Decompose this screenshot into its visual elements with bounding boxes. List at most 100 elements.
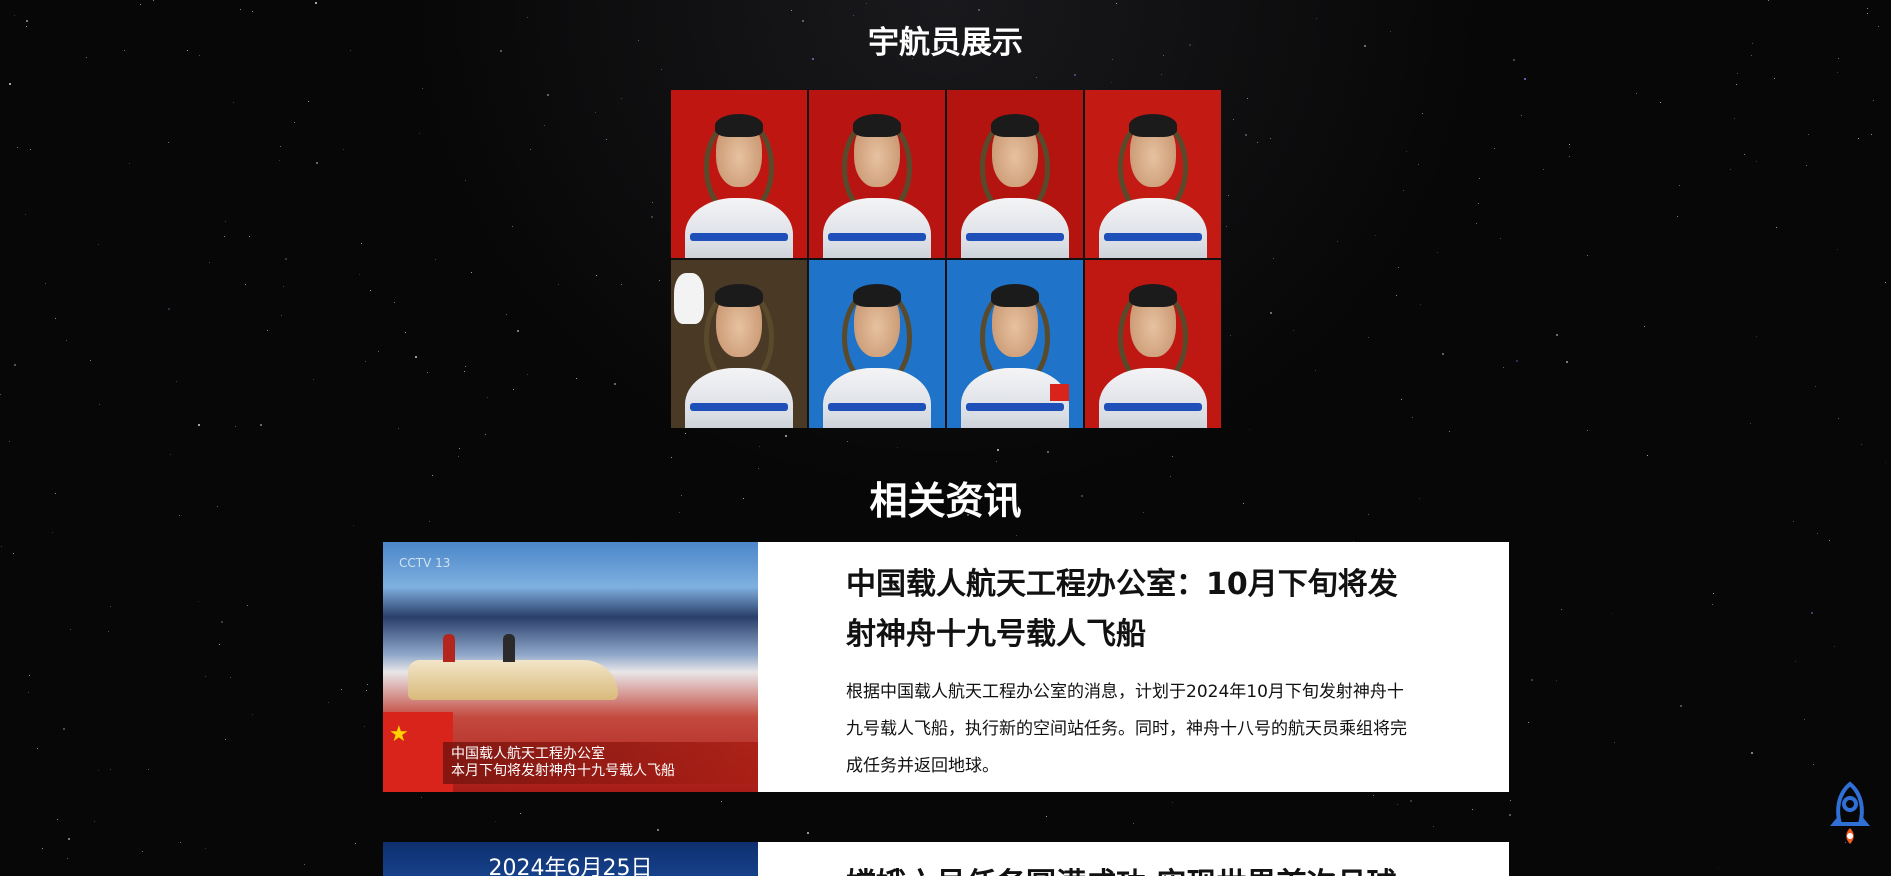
star xyxy=(1401,399,1402,400)
star xyxy=(304,864,305,865)
star xyxy=(205,676,206,677)
star xyxy=(471,272,472,273)
star xyxy=(316,162,318,164)
star xyxy=(1437,252,1438,253)
star xyxy=(1510,800,1511,801)
star xyxy=(37,748,38,749)
star xyxy=(28,692,29,693)
astronaut-suit-graphic xyxy=(684,197,794,258)
astronaut-hair-graphic xyxy=(990,283,1040,308)
star xyxy=(260,424,262,426)
star xyxy=(1804,719,1805,720)
star xyxy=(1774,78,1775,79)
star xyxy=(1718,868,1719,869)
star xyxy=(68,838,70,840)
star xyxy=(1172,456,1173,457)
star xyxy=(225,221,226,222)
star xyxy=(9,83,11,85)
star xyxy=(1871,134,1872,135)
star xyxy=(853,15,854,16)
astronaut-hair-graphic xyxy=(990,113,1040,138)
star xyxy=(14,364,16,366)
star xyxy=(513,389,514,390)
star xyxy=(359,274,360,275)
star xyxy=(1230,335,1231,336)
back-to-top-button[interactable] xyxy=(1822,780,1878,846)
star xyxy=(1368,337,1369,338)
star xyxy=(70,629,71,630)
star xyxy=(98,770,99,771)
star xyxy=(233,102,234,103)
star xyxy=(55,318,56,319)
astronaut-suit-graphic xyxy=(822,197,932,258)
star xyxy=(1614,742,1615,743)
star xyxy=(1397,804,1398,805)
star xyxy=(661,69,662,70)
astronaut-stripe-graphic xyxy=(966,232,1064,242)
star xyxy=(621,284,622,285)
star xyxy=(1829,540,1830,541)
star xyxy=(361,243,362,244)
thumbnail-caption: 中国载人航天工程办公室 本月下旬将发射神舟十九号载人飞船 xyxy=(443,742,758,784)
astronaut-photo xyxy=(809,260,945,428)
star xyxy=(1744,154,1745,155)
star xyxy=(1396,295,1397,296)
star xyxy=(90,360,91,361)
star xyxy=(1660,102,1661,103)
star xyxy=(1751,752,1753,754)
star xyxy=(198,601,199,602)
star xyxy=(651,216,653,218)
star xyxy=(1403,190,1404,191)
news-description: 根据中国载人航天工程办公室的消息，计划于2024年10月下旬发射神舟十九号载人飞… xyxy=(846,682,1407,776)
star xyxy=(1756,336,1757,337)
star xyxy=(997,449,999,451)
news-card[interactable]: 2024年6月25日 嫦娥六号任务圆满成功 实现世界首次月球 xyxy=(383,842,1509,876)
star xyxy=(1500,238,1501,239)
star xyxy=(328,702,329,703)
star xyxy=(1768,0,1769,1)
star xyxy=(520,813,521,814)
star xyxy=(614,383,616,385)
star xyxy=(221,621,223,623)
news-title[interactable]: 嫦娥六号任务圆满成功 实现世界首次月球 xyxy=(846,860,1419,876)
star xyxy=(1226,226,1227,227)
news-body: 中国载人航天工程办公室：10月下旬将发射神舟十九号载人飞船 根据中国载人航天工程… xyxy=(758,542,1509,792)
star xyxy=(659,280,660,281)
star xyxy=(1433,826,1434,827)
star xyxy=(512,226,513,227)
news-title[interactable]: 中国载人航天工程办公室：10月下旬将发射神舟十九号载人飞船 xyxy=(846,560,1419,660)
star xyxy=(235,426,236,427)
news-card[interactable]: CCTV 13 中国载人航天工程办公室 本月下旬将发射神舟十九号载人飞船 中国载… xyxy=(383,542,1509,792)
star xyxy=(1566,361,1568,363)
astronaut-stripe-graphic xyxy=(966,402,1064,412)
star xyxy=(517,330,519,332)
star xyxy=(13,553,14,554)
star xyxy=(1133,823,1134,824)
star xyxy=(45,283,46,284)
news-thumbnail[interactable]: 2024年6月25日 xyxy=(383,842,758,876)
star xyxy=(42,848,43,849)
star xyxy=(1422,113,1423,114)
star xyxy=(544,125,545,126)
star xyxy=(180,842,181,843)
star xyxy=(315,2,317,4)
star xyxy=(621,98,622,99)
star xyxy=(308,101,309,102)
star xyxy=(1410,800,1412,802)
star xyxy=(487,397,488,398)
star xyxy=(205,848,206,849)
news-body: 嫦娥六号任务圆满成功 实现世界首次月球 xyxy=(758,842,1509,876)
star xyxy=(1245,134,1247,136)
star xyxy=(1867,8,1868,9)
star xyxy=(142,851,143,852)
news-thumbnail[interactable]: CCTV 13 中国载人航天工程办公室 本月下旬将发射神舟十九号载人飞船 xyxy=(383,542,758,792)
star xyxy=(405,332,406,333)
star xyxy=(1161,74,1162,75)
star xyxy=(1556,334,1558,336)
star xyxy=(1737,73,1738,74)
star xyxy=(415,356,417,358)
star xyxy=(459,448,460,449)
star xyxy=(1858,138,1859,139)
star xyxy=(1561,609,1562,610)
star xyxy=(57,819,58,820)
